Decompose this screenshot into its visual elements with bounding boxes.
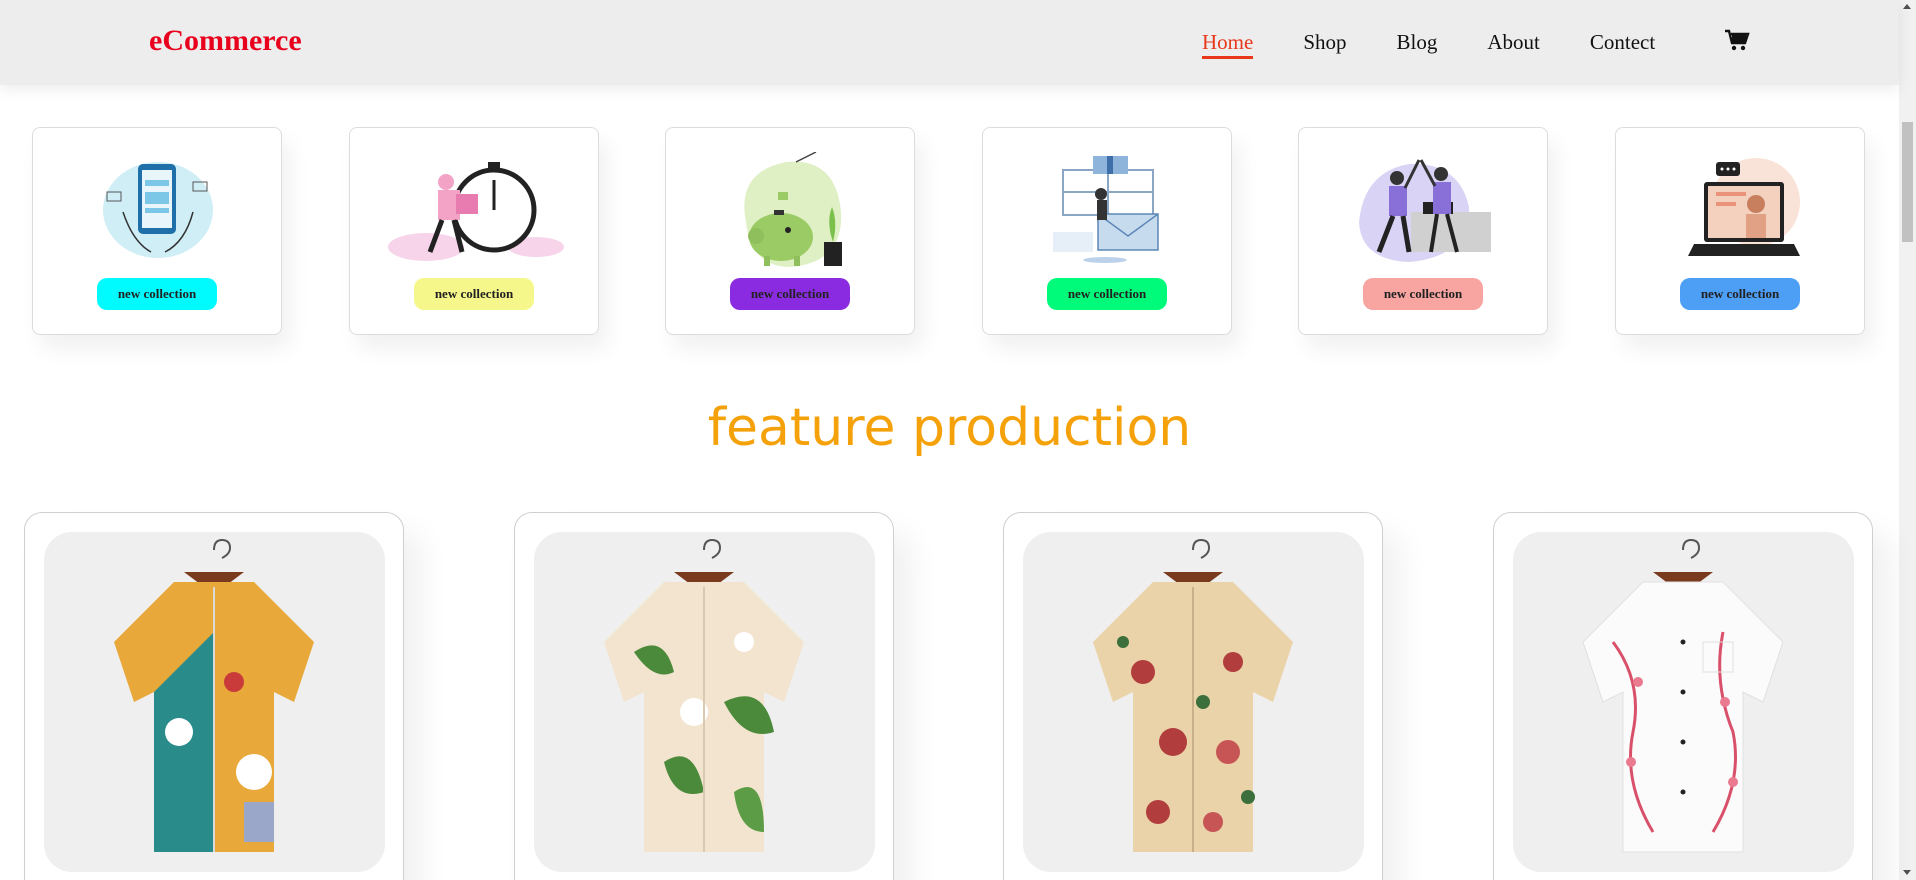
product-image[interactable] (44, 532, 385, 872)
gift-envelope-illustration (1053, 156, 1159, 263)
collection-card[interactable]: new collection (982, 127, 1232, 335)
collection-pill[interactable]: new collection (1047, 278, 1167, 310)
collection-pill[interactable]: new collection (1680, 278, 1800, 310)
product-image[interactable] (1513, 532, 1854, 872)
product-image[interactable] (534, 532, 875, 872)
product-card[interactable] (1493, 512, 1873, 880)
site-header: eCommerce Home Shop Blog About Contect (0, 0, 1899, 85)
collection-card[interactable]: new collection (32, 127, 282, 335)
page-scrollbar[interactable] (1899, 0, 1916, 880)
site-logo[interactable]: eCommerce (149, 24, 302, 58)
video-call-illustration (1688, 158, 1800, 256)
nav-about[interactable]: About (1487, 28, 1540, 56)
cart-icon[interactable] (1724, 28, 1750, 52)
nav-home[interactable]: Home (1202, 28, 1254, 59)
delivery-timer-illustration (388, 162, 564, 261)
floral-shirt-pink-blossom (1582, 538, 1784, 853)
collection-pill[interactable]: new collection (1363, 278, 1483, 310)
high-five-illustration (1359, 159, 1491, 262)
nav-contect[interactable]: Contect (1590, 28, 1655, 56)
collection-pill[interactable]: new collection (97, 278, 217, 310)
piggy-bank-illustration (744, 152, 842, 267)
collection-card[interactable]: new collection (665, 127, 915, 335)
floral-shirt-green-lily (604, 538, 804, 852)
nav-shop[interactable]: Shop (1303, 28, 1346, 56)
product-card[interactable] (514, 512, 894, 880)
floral-shirt-multicolor (114, 538, 314, 852)
scroll-up-icon[interactable] (1903, 4, 1911, 9)
product-image[interactable] (1023, 532, 1364, 872)
mobile-payment-illustration (103, 162, 213, 258)
collection-card[interactable]: new collection (1615, 127, 1865, 335)
scroll-down-icon[interactable] (1903, 870, 1911, 875)
collection-pill[interactable]: new collection (414, 278, 534, 310)
collection-card[interactable]: new collection (349, 127, 599, 335)
product-card[interactable] (24, 512, 404, 880)
collection-pill[interactable]: new collection (730, 278, 850, 310)
product-card[interactable] (1003, 512, 1383, 880)
collection-card[interactable]: new collection (1298, 127, 1548, 335)
section-title: feature production (707, 398, 1192, 458)
floral-shirt-red-roses (1093, 538, 1293, 852)
main-nav: Home Shop Blog About Contect (1202, 28, 1705, 59)
scroll-thumb[interactable] (1902, 122, 1913, 242)
nav-blog[interactable]: Blog (1397, 28, 1438, 56)
